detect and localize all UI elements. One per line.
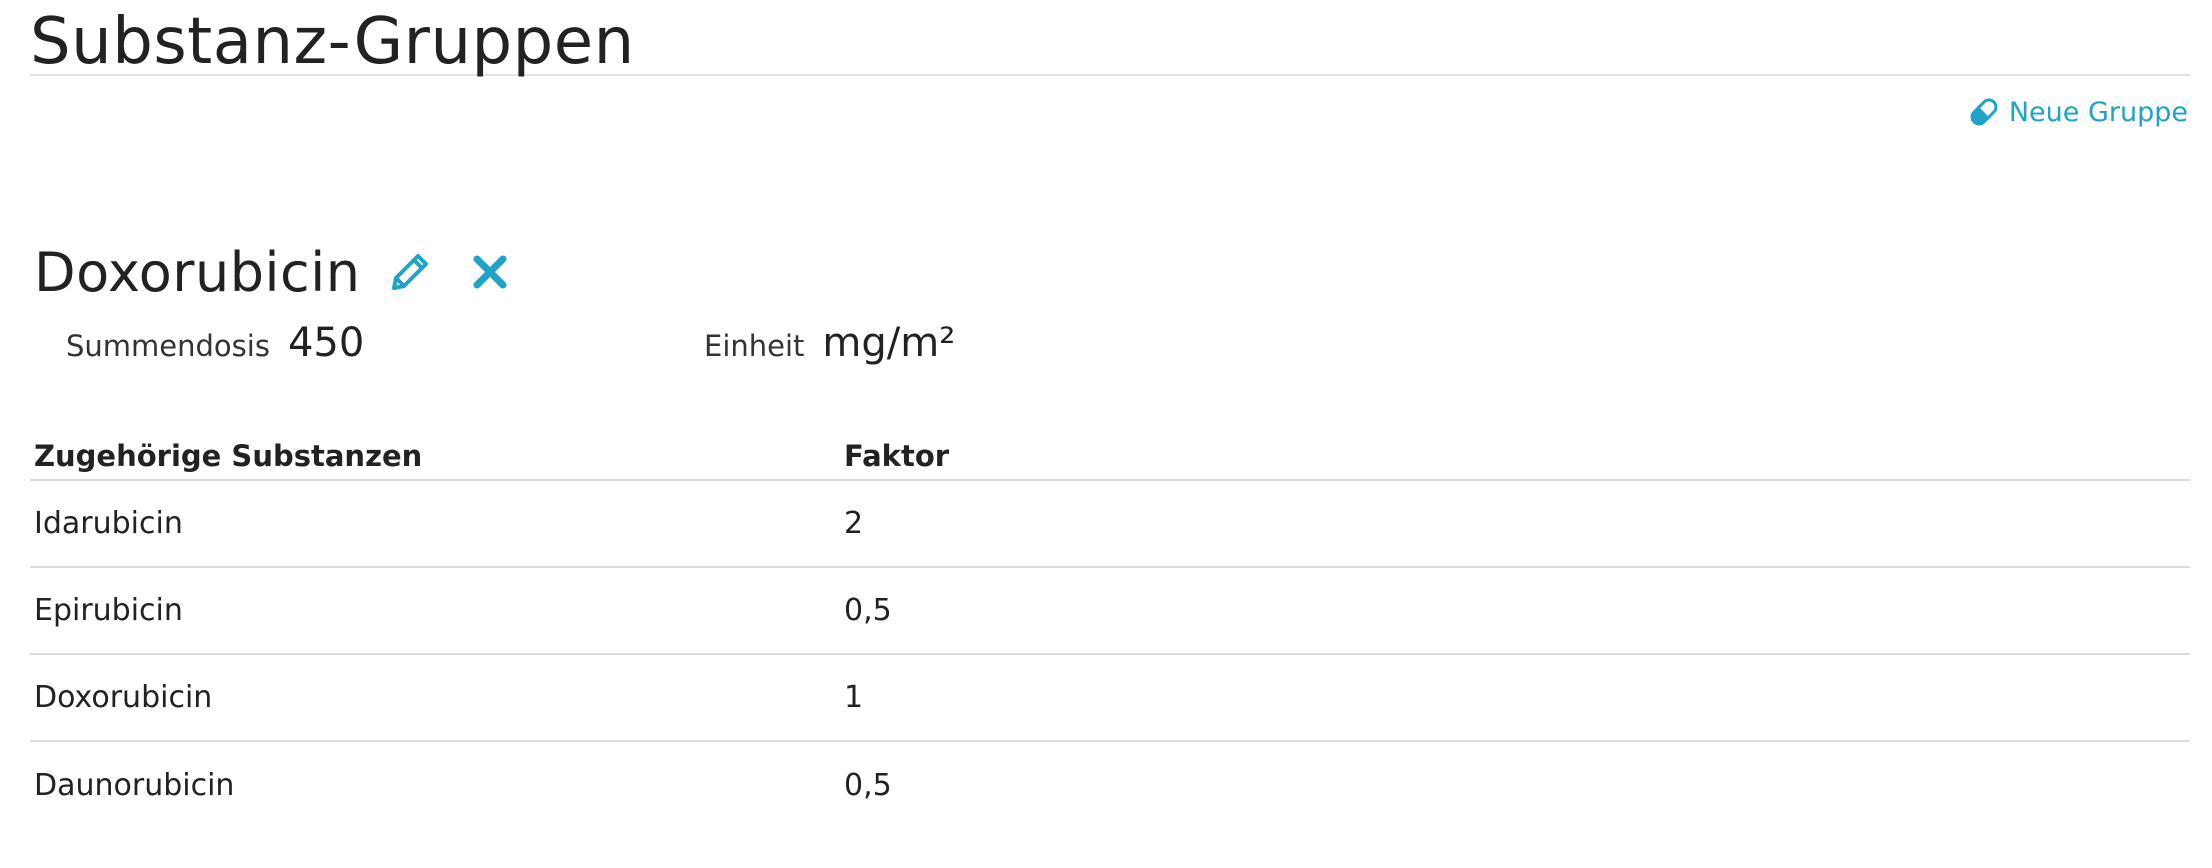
- substance-name: Doxorubicin: [30, 654, 840, 742]
- unit-value: mg/m²: [822, 320, 956, 366]
- page-header: Substanz-Gruppen: [30, 0, 2190, 79]
- page-content: Substanz-Gruppen Neue Gruppe Doxorubicin: [30, 0, 2190, 868]
- substance-name: Idarubicin: [30, 480, 840, 568]
- sum-dose-label: Summendosis: [66, 329, 270, 363]
- delete-group-button[interactable]: [462, 244, 518, 300]
- new-group-label: Neue Gruppe: [2008, 96, 2188, 128]
- new-group-link[interactable]: Neue Gruppe: [1967, 88, 2188, 136]
- pencil-icon: [392, 254, 429, 290]
- pill-icon: [1967, 95, 2001, 129]
- substance-name: Epirubicin: [30, 567, 840, 655]
- table-row: Idarubicin 2: [30, 480, 2190, 568]
- substance-factor: 1: [840, 654, 2190, 742]
- group-title-row: Doxorubicin: [34, 232, 518, 312]
- table-row: Epirubicin 0,5: [30, 567, 2190, 655]
- page-title: Substanz-Gruppen: [30, 5, 635, 79]
- table-header-row: Zugehörige Substanzen Faktor: [30, 420, 2190, 481]
- substances-table: Zugehörige Substanzen Faktor Idarubicin …: [30, 420, 2190, 828]
- group-name: Doxorubicin: [34, 240, 361, 304]
- table-body: Idarubicin 2 Epirubicin 0,5 Doxorubicin …: [30, 480, 2190, 828]
- close-icon: [473, 255, 507, 289]
- substance-factor: 2: [840, 480, 2190, 568]
- edit-group-button[interactable]: [382, 244, 438, 300]
- column-header-factor: Faktor: [840, 420, 2190, 481]
- table-row: Doxorubicin 1: [30, 654, 2190, 742]
- unit: Einheit mg/m²: [704, 320, 955, 380]
- table-row: Daunorubicin 0,5: [30, 741, 2190, 828]
- sum-dose: Summendosis 450: [66, 320, 364, 380]
- unit-label: Einheit: [704, 329, 805, 363]
- table-header: Zugehörige Substanzen Faktor: [30, 420, 2190, 481]
- substance-name: Daunorubicin: [34, 767, 235, 803]
- column-header-substance: Zugehörige Substanzen: [30, 420, 840, 481]
- sum-dose-value: 450: [287, 320, 365, 366]
- substance-factor: 0,5: [844, 767, 892, 803]
- substance-factor: 0,5: [840, 567, 2190, 655]
